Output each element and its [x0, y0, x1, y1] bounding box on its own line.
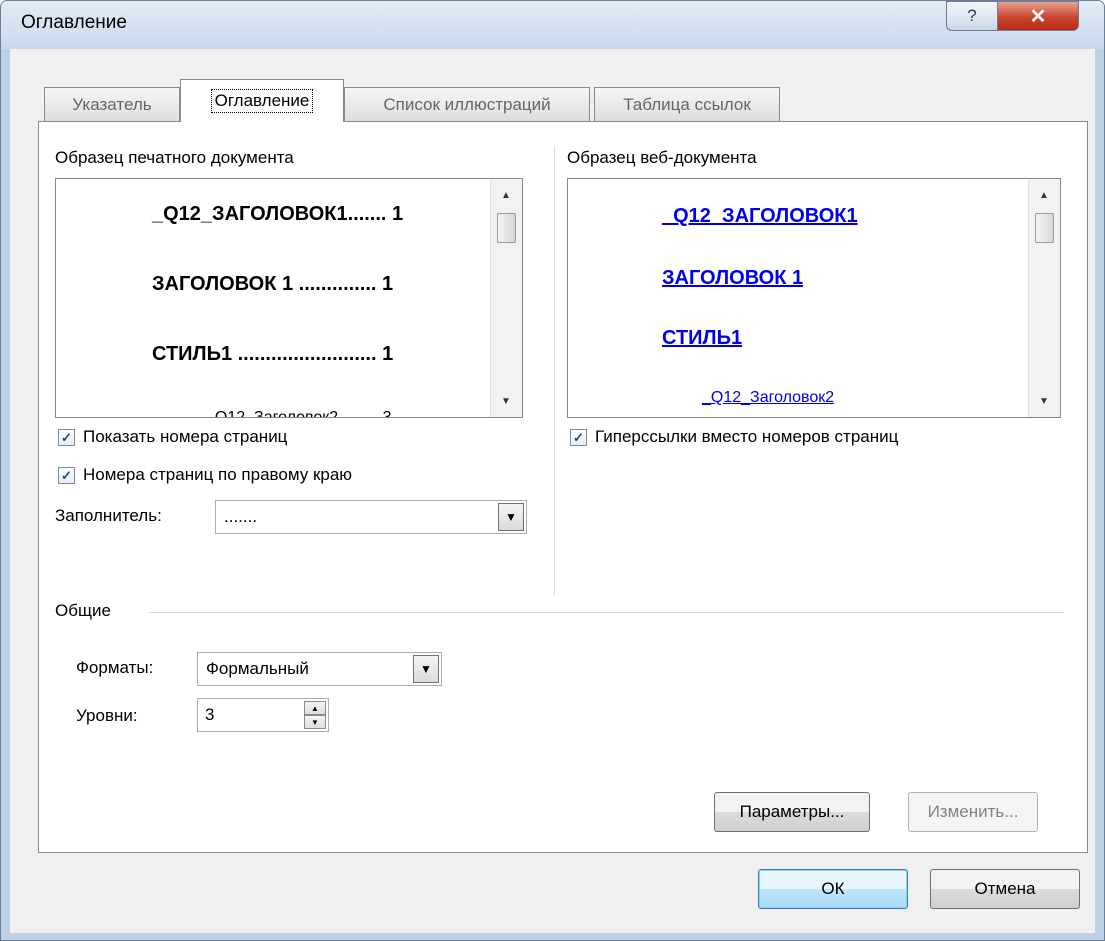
cancel-button[interactable]: Отмена — [930, 869, 1080, 909]
tab-toc[interactable]: Оглавление — [180, 79, 344, 122]
dialog-body: Указатель Оглавление Список иллюстраций … — [10, 49, 1095, 933]
show-page-numbers-checkbox[interactable]: ✓ — [58, 429, 75, 446]
tab-authorities[interactable]: Таблица ссылок — [594, 87, 780, 121]
general-group-label: Общие — [55, 601, 111, 620]
web-preview-box[interactable]: _Q12_ЗАГОЛОВОК1 ЗАГОЛОВОК 1 СТИЛЬ1 _Q12_… — [567, 178, 1061, 418]
ok-button-label: ОК — [821, 879, 845, 898]
scroll-thumb[interactable] — [497, 213, 516, 243]
options-button-label: Параметры... — [739, 802, 845, 821]
window-title: Оглавление — [21, 12, 127, 33]
help-button[interactable]: ? — [946, 1, 998, 31]
stepper-down-icon[interactable]: ▼ — [304, 715, 326, 729]
print-preview-line: _Q12_ЗАГОЛОВОК1....... 1 — [152, 203, 404, 225]
checkmark-icon: ✓ — [61, 468, 72, 483]
chevron-down-icon[interactable]: ▼ — [413, 655, 439, 683]
toc-dialog: Оглавление ? ✕ Указатель Оглавление Спис… — [0, 0, 1105, 941]
formats-value: Формальный — [206, 659, 309, 678]
web-preview-label: Образец веб-документа — [567, 148, 757, 167]
formats-label: Форматы: — [76, 658, 154, 677]
options-button[interactable]: Параметры... — [714, 792, 870, 832]
right-align-checkbox[interactable]: ✓ — [58, 467, 75, 484]
modify-button-label: Изменить... — [927, 802, 1019, 821]
group-separator — [149, 612, 1064, 613]
right-align-label[interactable]: Номера страниц по правому краю — [83, 465, 352, 485]
scroll-down-icon[interactable]: ▼ — [1029, 389, 1059, 413]
tab-leader-label: Заполнитель: — [55, 506, 162, 525]
scroll-thumb[interactable] — [1035, 213, 1054, 243]
ok-button[interactable]: ОК — [758, 869, 908, 909]
tab-authorities-label: Таблица ссылок — [623, 94, 751, 114]
levels-label: Уровни: — [76, 706, 138, 725]
help-icon: ? — [967, 6, 977, 25]
checkmark-icon: ✓ — [573, 430, 584, 445]
print-preview-line: СТИЛЬ1 ......................... 1 — [152, 343, 394, 365]
hyperlinks-checkbox[interactable]: ✓ — [570, 429, 587, 446]
web-preview-scrollbar[interactable]: ▲ ▼ — [1028, 179, 1060, 417]
levels-value: 3 — [205, 705, 215, 724]
checkmark-icon: ✓ — [61, 430, 72, 445]
scroll-up-icon[interactable]: ▲ — [491, 183, 521, 207]
print-preview-box[interactable]: _Q12_ЗАГОЛОВОК1....... 1 ЗАГОЛОВОК 1 ...… — [55, 178, 523, 418]
tab-toc-label: Оглавление — [210, 89, 314, 113]
print-preview-line: _Q12_Заголовок2 ........ 3 — [206, 409, 392, 418]
title-bar[interactable]: Оглавление ? ✕ — [1, 1, 1104, 49]
tab-leader-select[interactable]: ....... ▼ — [215, 500, 527, 534]
modify-button[interactable]: Изменить... — [908, 792, 1038, 832]
column-divider — [554, 146, 555, 596]
scroll-up-icon[interactable]: ▲ — [1029, 183, 1059, 207]
chevron-down-icon[interactable]: ▼ — [498, 503, 524, 531]
web-preview-link[interactable]: _Q12_ЗАГОЛОВОК1 — [662, 205, 858, 228]
stepper-up-icon[interactable]: ▲ — [304, 701, 326, 715]
show-page-numbers-label[interactable]: Показать номера страниц — [83, 427, 287, 447]
print-preview-scrollbar[interactable]: ▲ ▼ — [490, 179, 522, 417]
close-button[interactable]: ✕ — [997, 1, 1079, 31]
tab-index[interactable]: Указатель — [44, 87, 180, 121]
web-preview-link[interactable]: ЗАГОЛОВОК 1 — [662, 267, 803, 290]
cancel-button-label: Отмена — [974, 879, 1036, 898]
web-preview-link[interactable]: _Q12_Заголовок2 — [702, 389, 834, 407]
formats-select[interactable]: Формальный ▼ — [197, 652, 442, 686]
tab-index-label: Указатель — [72, 94, 152, 114]
tab-figures-label: Список иллюстраций — [383, 94, 551, 114]
close-icon: ✕ — [1029, 5, 1047, 28]
hyperlinks-label[interactable]: Гиперссылки вместо номеров страниц — [595, 427, 898, 447]
print-preview-label: Образец печатного документа — [55, 148, 294, 167]
web-preview-link[interactable]: СТИЛЬ1 — [662, 327, 742, 350]
toc-tab-panel: Образец печатного документа _Q12_ЗАГОЛОВ… — [38, 121, 1088, 853]
print-preview-line: ЗАГОЛОВОК 1 .............. 1 — [152, 273, 394, 295]
tab-figures[interactable]: Список иллюстраций — [344, 87, 590, 121]
tab-leader-value: ....... — [224, 507, 258, 526]
scroll-down-icon[interactable]: ▼ — [491, 389, 521, 413]
levels-stepper[interactable]: 3 ▲ ▼ — [197, 698, 329, 732]
